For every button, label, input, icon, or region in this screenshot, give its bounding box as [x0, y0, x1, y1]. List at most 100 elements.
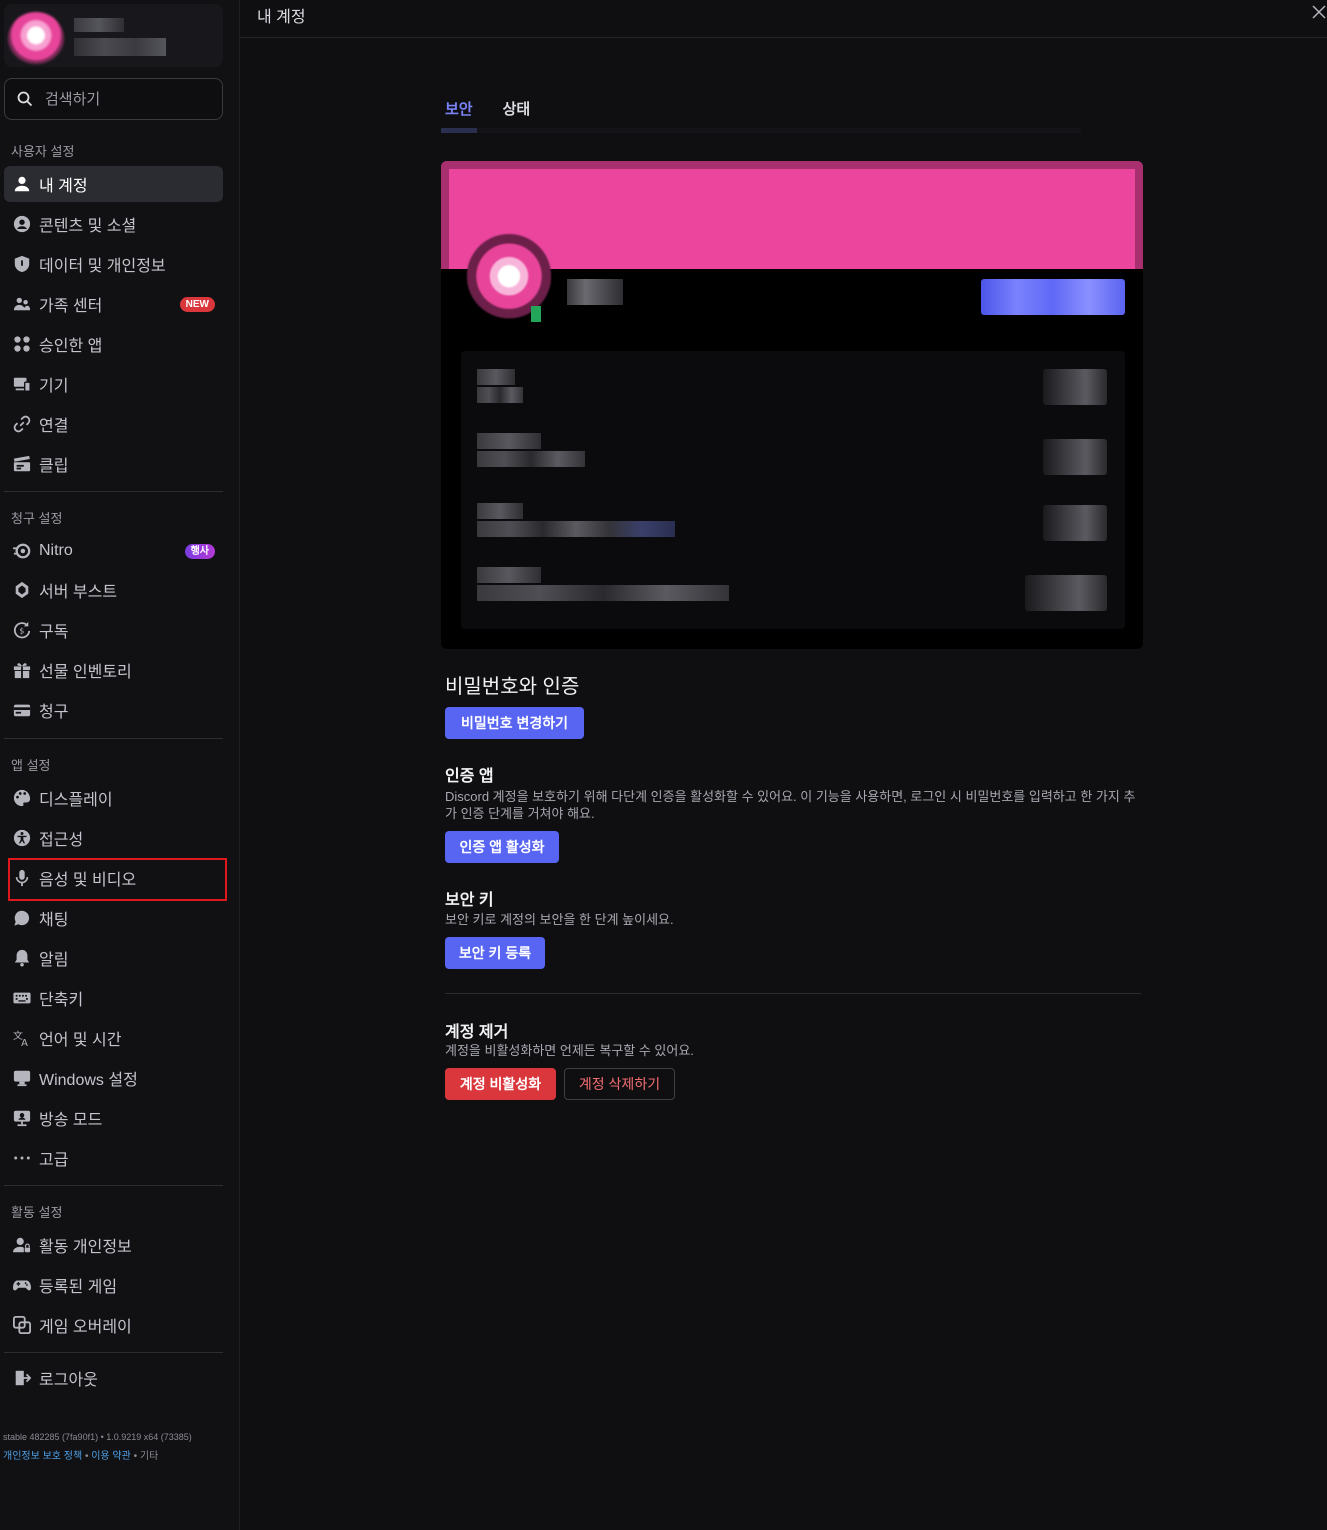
sidebar-item-label: 기기 — [39, 378, 69, 395]
sidebar-item-my-account[interactable]: 내 계정 — [4, 166, 223, 202]
sidebar-item-clips[interactable]: 클립 — [4, 446, 223, 482]
sidebar-item-server-boost[interactable]: 서버 부스트 — [4, 572, 223, 608]
new-badge: NEW — [179, 297, 215, 312]
link-icon — [12, 414, 32, 434]
info-value-redacted — [477, 387, 523, 403]
account-profile-card — [441, 161, 1143, 649]
sidebar-item-label: 청구 — [39, 704, 69, 721]
edit-profile-button-redacted[interactable] — [981, 279, 1125, 315]
sidebar-item-label: 승인한 앱 — [39, 338, 103, 355]
sidebar-item-label: 단축키 — [39, 992, 84, 1009]
user-circle-icon — [12, 214, 32, 234]
divider — [4, 1185, 223, 1186]
footer-links: 개인정보 보호 정책 • 이용 약관 • 기타 — [3, 1447, 158, 1462]
boost-gem-icon — [12, 580, 32, 600]
sidebar-item-accessibility[interactable]: 접근성 — [4, 820, 223, 856]
svg-text:A: A — [21, 1038, 28, 1047]
username-redacted — [74, 18, 124, 32]
sidebar-item-windows-settings[interactable]: Windows 설정 — [4, 1060, 223, 1096]
disable-account-button[interactable]: 계정 비활성화 — [445, 1068, 556, 1100]
delete-account-button[interactable]: 계정 삭제하기 — [564, 1068, 675, 1100]
keyboard-icon — [12, 988, 32, 1008]
version-text: stable 482285 (7fa90f1) • 1.0.9219 x64 (… — [3, 1432, 192, 1442]
chat-bubble-icon — [12, 908, 32, 928]
svg-text:$: $ — [19, 626, 24, 636]
clapperboard-icon — [12, 454, 32, 474]
sidebar-item-label: 구독 — [39, 624, 69, 641]
security-key-title: 보안 키 — [445, 892, 494, 909]
edit-display-name-button[interactable] — [1043, 369, 1107, 405]
sidebar-item-activity-privacy[interactable]: 활동 개인정보 — [4, 1227, 223, 1263]
sidebar-item-display[interactable]: 디스플레이 — [4, 780, 223, 816]
sidebar-item-game-overlay[interactable]: 게임 오버레이 — [4, 1307, 223, 1343]
family-icon — [12, 294, 32, 314]
tab-indicator — [441, 128, 477, 133]
edit-username-button[interactable] — [1043, 439, 1107, 475]
accessibility-icon — [12, 828, 32, 848]
register-security-key-button[interactable]: 보안 키 등록 — [445, 937, 545, 969]
sidebar-item-content-social[interactable]: 콘텐츠 및 소셜 — [4, 206, 223, 242]
sidebar-item-label: 채팅 — [39, 912, 69, 929]
tab-bar: 보안 상태 — [445, 98, 530, 119]
sidebar-item-label: 게임 오버레이 — [39, 1319, 132, 1336]
edit-phone-button[interactable] — [1025, 575, 1107, 611]
sidebar-item-streamer-mode[interactable]: 방송 모드 — [4, 1100, 223, 1136]
page-title: 내 계정 — [257, 9, 306, 26]
account-removal-title: 계정 제거 — [445, 1024, 509, 1041]
security-key-description: 보안 키로 계정의 보안을 한 단계 높이세요. — [445, 912, 674, 927]
sidebar-item-logout[interactable]: 로그아웃 — [4, 1360, 223, 1396]
apps-icon — [12, 334, 32, 354]
sidebar-item-connections[interactable]: 연결 — [4, 406, 223, 442]
gift-icon — [12, 660, 32, 680]
enable-auth-app-button[interactable]: 인증 앱 활성화 — [445, 831, 559, 863]
sidebar-item-family-center[interactable]: 가족 센터 NEW — [4, 286, 223, 322]
settings-sidebar: 사용자 설정 내 계정 콘텐츠 및 소셜 데이터 및 개인정보 가족 센터 NE… — [0, 0, 240, 1530]
sidebar-item-language-time[interactable]: 文A 언어 및 시간 — [4, 1020, 223, 1056]
search-icon — [17, 91, 33, 107]
terms-link[interactable]: 이용 약관 — [91, 1451, 131, 1462]
account-info-panel — [461, 351, 1125, 629]
sidebar-item-nitro[interactable]: Nitro 행사 — [4, 533, 223, 569]
sidebar-item-billing[interactable]: 청구 — [4, 692, 223, 728]
tab-security[interactable]: 보안 — [445, 98, 473, 119]
auth-app-title: 인증 앱 — [445, 768, 494, 785]
sidebar-item-notifications[interactable]: 알림 — [4, 940, 223, 976]
sidebar-item-devices[interactable]: 기기 — [4, 366, 223, 402]
sidebar-item-authorized-apps[interactable]: 승인한 앱 — [4, 326, 223, 362]
privacy-policy-link[interactable]: 개인정보 보호 정책 — [3, 1451, 82, 1462]
info-value-redacted — [477, 521, 675, 537]
info-row-username — [477, 433, 585, 467]
user-lock-icon — [12, 1235, 32, 1255]
profile-card[interactable] — [4, 4, 223, 67]
profile-name-redacted — [567, 279, 623, 305]
change-password-button[interactable]: 비밀번호 변경하기 — [445, 707, 584, 739]
sidebar-item-label: 선물 인벤토리 — [39, 664, 132, 681]
search-input[interactable] — [45, 90, 205, 108]
sidebar-item-registered-games[interactable]: 등록된 게임 — [4, 1267, 223, 1303]
streamer-icon — [12, 1108, 32, 1128]
sidebar-item-subscriptions[interactable]: $ 구독 — [4, 612, 223, 648]
more-dots-icon — [12, 1148, 32, 1168]
footer-other: • 기타 — [130, 1451, 159, 1462]
credit-card-icon — [12, 700, 32, 720]
edit-email-button[interactable] — [1043, 505, 1107, 541]
sidebar-item-label: 디스플레이 — [39, 792, 113, 809]
section-user-settings: 사용자 설정 — [11, 144, 75, 159]
user-tag-redacted — [74, 38, 166, 56]
info-row-display-name — [477, 369, 523, 403]
sidebar-item-gift-inventory[interactable]: 선물 인벤토리 — [4, 652, 223, 688]
close-icon[interactable] — [1311, 4, 1327, 20]
info-row-phone — [477, 567, 729, 601]
sidebar-item-keybinds[interactable]: 단축키 — [4, 980, 223, 1016]
logout-icon — [12, 1368, 32, 1388]
search-box[interactable] — [4, 78, 223, 120]
divider — [4, 738, 223, 739]
sidebar-item-chat[interactable]: 채팅 — [4, 900, 223, 936]
monitor-icon — [12, 1068, 32, 1088]
sidebar-item-advanced[interactable]: 고급 — [4, 1140, 223, 1176]
info-label-redacted — [477, 567, 541, 583]
sidebar-item-label: 언어 및 시간 — [39, 1032, 122, 1049]
sidebar-item-data-privacy[interactable]: 데이터 및 개인정보 — [4, 246, 223, 282]
sidebar-item-label: 연결 — [39, 418, 69, 435]
tab-status[interactable]: 상태 — [503, 98, 531, 119]
